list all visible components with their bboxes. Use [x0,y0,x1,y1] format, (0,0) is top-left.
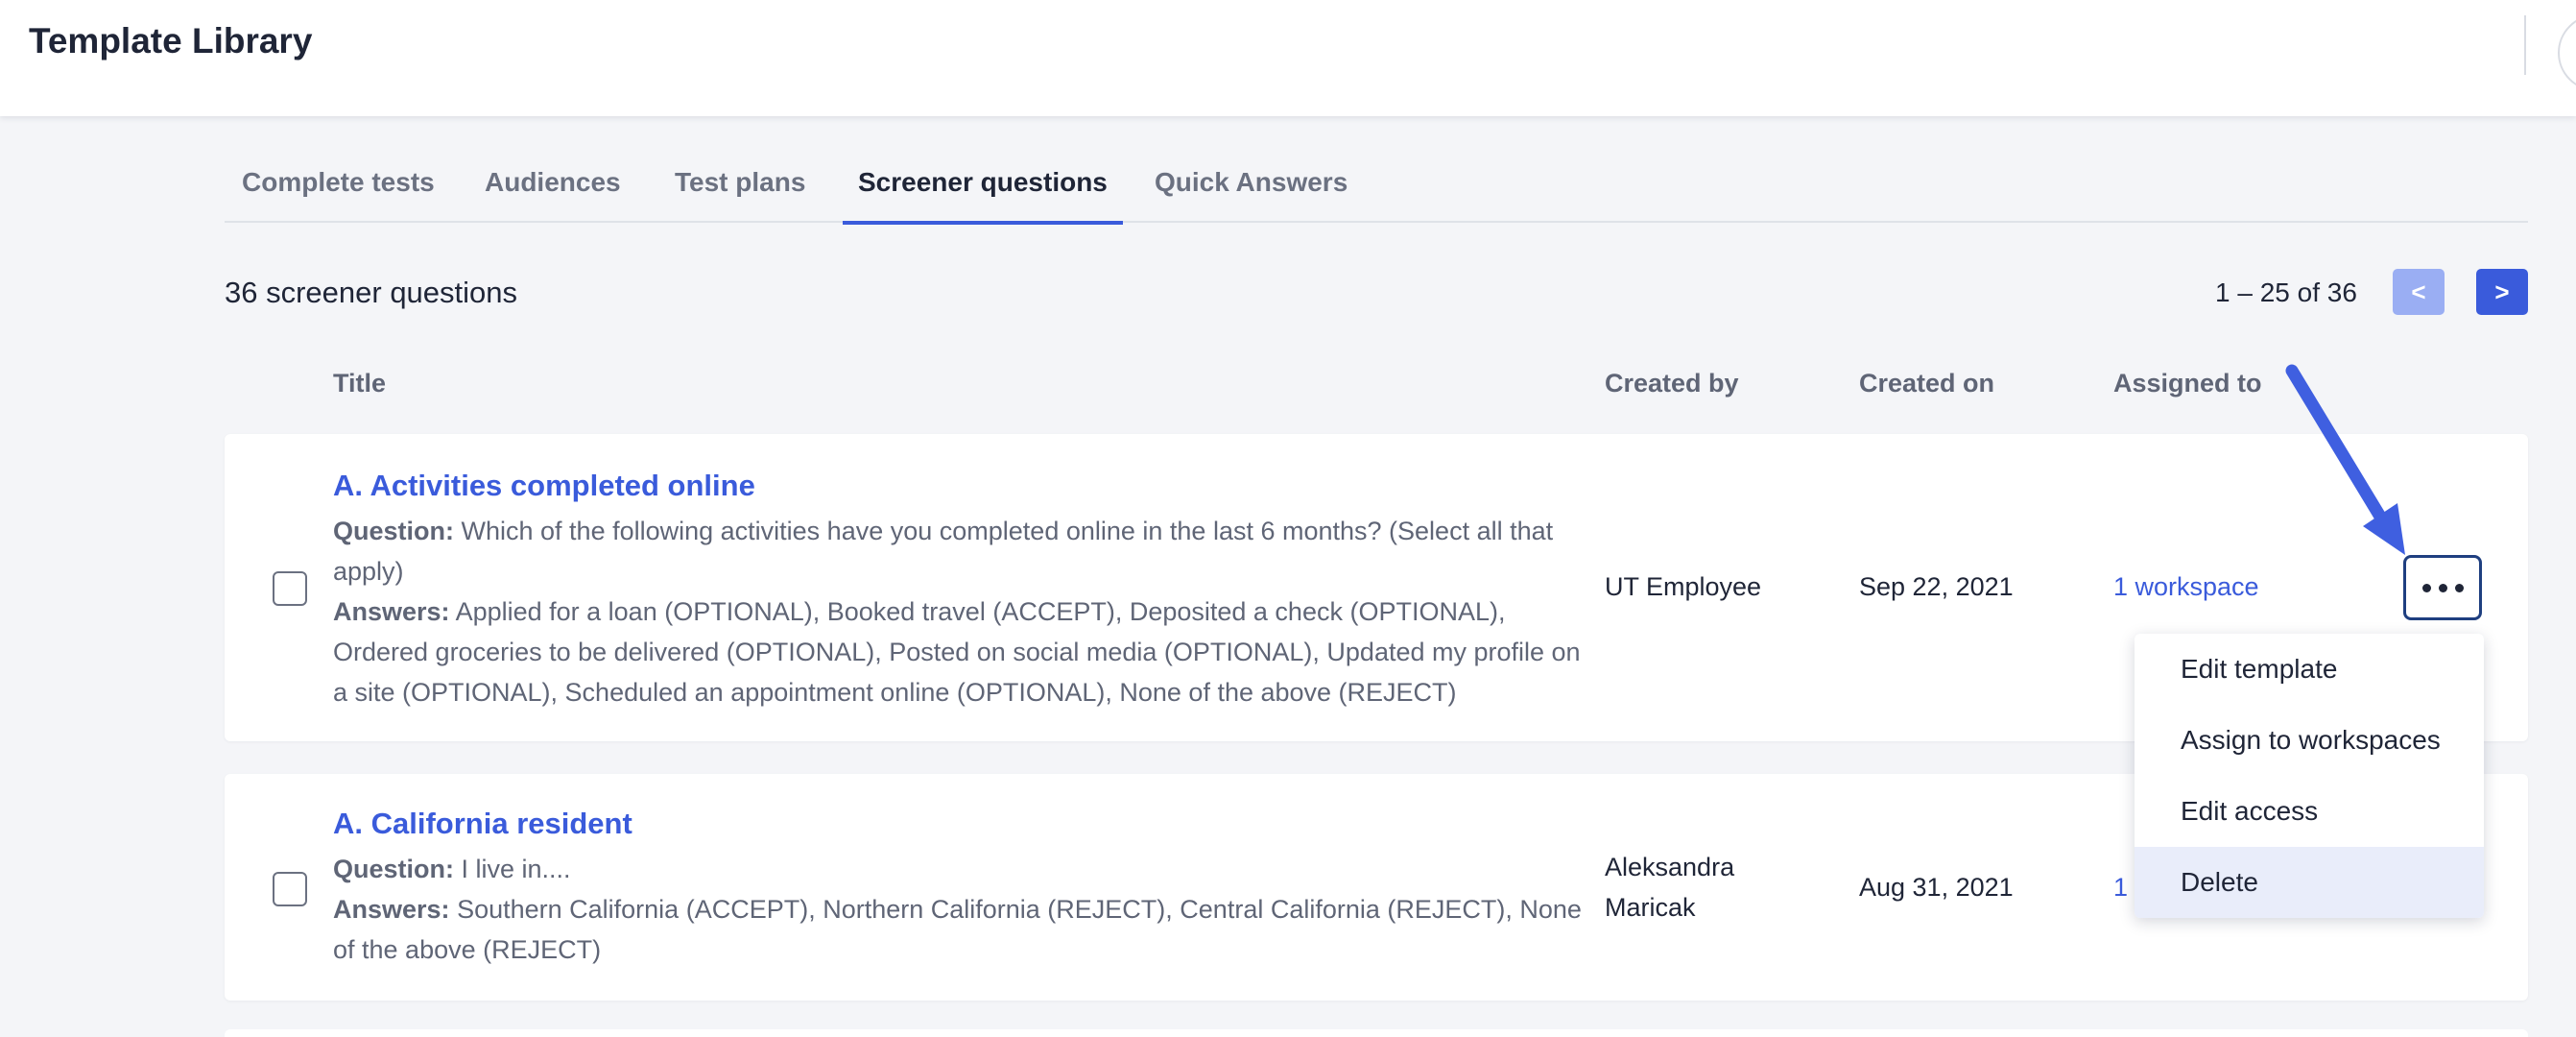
more-horizontal-icon [2421,583,2431,592]
more-actions-button[interactable] [2403,555,2482,620]
row-checkbox[interactable] [273,872,307,906]
question-value: Which of the following activities have y… [333,517,1554,586]
column-header-created-by[interactable]: Created by [1605,369,1739,398]
menu-item-edit-template[interactable]: Edit template [2135,634,2484,705]
column-header-title[interactable]: Title [333,369,386,398]
more-horizontal-icon [2438,583,2447,592]
question-label: Question: [333,517,454,545]
tab-quick-answers[interactable]: Quick Answers [1155,167,1348,223]
answers-label: Answers: [333,895,450,924]
answers-text: Answers: Applied for a loan (OPTIONAL), … [333,591,1600,712]
answers-text: Answers: Southern California (ACCEPT), N… [333,889,1600,970]
answers-value: Southern California (ACCEPT), Northern C… [333,895,1582,964]
table-row [225,1029,2528,1037]
template-title-link[interactable]: A. Activities completed online [333,469,755,503]
column-header-created-on[interactable]: Created on [1859,369,1994,398]
created-by-cell: UT Employee [1605,572,1762,601]
question-label: Question: [333,855,454,883]
results-count: 36 screener questions [225,276,518,309]
pagination-range: 1 – 25 of 36 [2215,277,2357,307]
menu-item-edit-access[interactable]: Edit access [2135,776,2484,847]
created-by-cell: Aleksandra Maricak [1605,853,1735,922]
page-title: Template Library [29,21,313,60]
tab-complete-tests[interactable]: Complete tests [242,167,435,223]
column-header-assigned-to[interactable]: Assigned to [2113,369,2262,398]
menu-item-delete[interactable]: Delete [2135,847,2484,918]
tab-test-plans[interactable]: Test plans [675,167,805,223]
tab-bar: Complete tests Audiences Test plans Scre… [225,154,2528,225]
menu-item-assign-to-workspaces[interactable]: Assign to workspaces [2135,705,2484,776]
header-divider [2524,15,2526,75]
tab-audiences[interactable]: Audiences [485,167,621,223]
question-text: Question: Which of the following activit… [333,511,1600,591]
question-value: I live in.... [461,855,571,883]
question-text: Question: I live in.... [333,849,1600,889]
next-page-button[interactable]: > [2476,269,2528,315]
previous-page-button[interactable]: < [2393,269,2445,315]
actions-menu: Edit template Assign to workspaces Edit … [2135,634,2484,918]
top-bar: Template Library [0,0,2576,116]
tab-screener-questions[interactable]: Screener questions [843,167,1123,225]
row-checkbox[interactable] [273,571,307,606]
avatar[interactable] [2558,14,2576,91]
created-on-cell: Sep 22, 2021 [1859,572,2014,601]
more-horizontal-icon [2454,583,2464,592]
template-title-link[interactable]: A. California resident [333,807,632,841]
created-on-cell: Aug 31, 2021 [1859,873,2014,902]
assigned-workspaces-link[interactable]: 1 workspace [2113,567,2259,607]
answers-label: Answers: [333,597,450,626]
answers-value: Applied for a loan (OPTIONAL), Booked tr… [333,597,1581,707]
